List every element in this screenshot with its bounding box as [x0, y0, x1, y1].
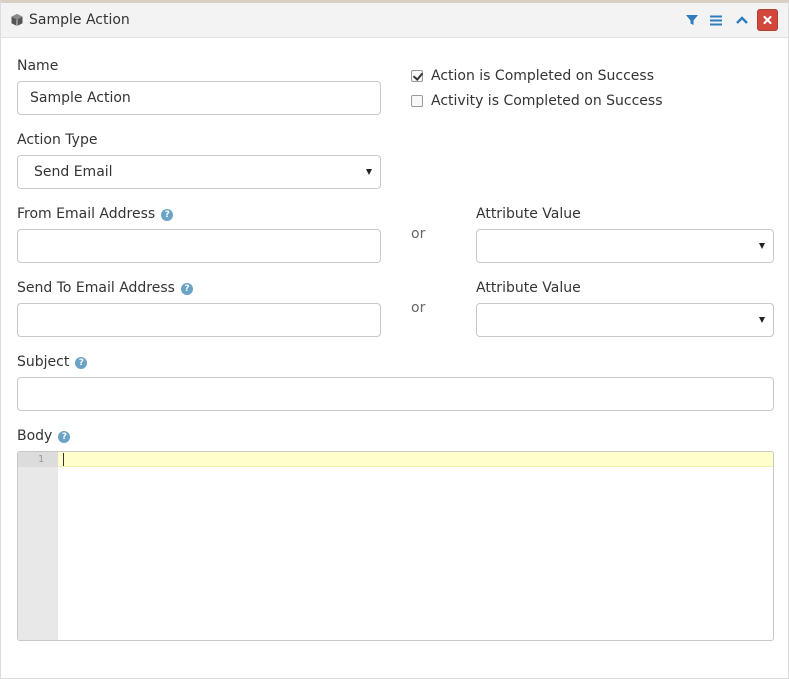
- line-number: 1: [18, 452, 58, 467]
- action-type-value: Send Email: [34, 164, 113, 180]
- help-icon[interactable]: ?: [161, 209, 174, 221]
- chevron-up-icon[interactable]: [732, 10, 752, 30]
- from-attribute-label: Attribute Value: [476, 206, 581, 222]
- action-panel: Sample Action Name Sample Action Action …: [0, 0, 789, 679]
- send-to-email-label-text: Send To Email Address: [17, 280, 175, 296]
- help-icon[interactable]: ?: [180, 283, 193, 295]
- filter-icon[interactable]: [682, 10, 702, 30]
- activity-completed-checkbox[interactable]: [411, 95, 423, 107]
- help-icon[interactable]: ?: [75, 357, 88, 369]
- name-input[interactable]: Sample Action: [17, 81, 381, 115]
- action-type-label: Action Type: [17, 132, 98, 148]
- caret-down-icon: [759, 317, 765, 323]
- editor-gutter: 1: [18, 452, 58, 640]
- from-email-input[interactable]: [17, 229, 381, 263]
- from-email-label: From Email Address?: [17, 205, 174, 223]
- name-input-value: Sample Action: [30, 90, 131, 106]
- text-cursor: [63, 453, 64, 466]
- body-code-editor[interactable]: 1: [17, 451, 774, 641]
- subject-label-text: Subject: [17, 354, 70, 370]
- action-completed-checkbox-row[interactable]: Action is Completed on Success: [411, 67, 711, 87]
- activity-completed-label: Activity is Completed on Success: [431, 93, 663, 109]
- or-text: or: [411, 226, 426, 242]
- subject-label: Subject?: [17, 353, 88, 371]
- action-completed-label: Action is Completed on Success: [431, 68, 654, 84]
- from-email-label-text: From Email Address: [17, 206, 156, 222]
- to-attribute-select[interactable]: [476, 303, 774, 337]
- close-button[interactable]: [757, 9, 778, 31]
- active-line[interactable]: [58, 452, 773, 467]
- panel-title: Sample Action: [29, 12, 130, 28]
- name-label: Name: [17, 58, 59, 74]
- menu-icon[interactable]: [706, 10, 726, 30]
- caret-down-icon: [366, 169, 372, 175]
- subject-input[interactable]: [17, 377, 774, 411]
- caret-down-icon: [759, 243, 765, 249]
- body-label-text: Body: [17, 428, 53, 444]
- action-type-select[interactable]: Send Email: [17, 155, 381, 189]
- send-to-email-input[interactable]: [17, 303, 381, 337]
- send-to-email-label: Send To Email Address?: [17, 279, 193, 297]
- to-attribute-label: Attribute Value: [476, 280, 581, 296]
- activity-completed-checkbox-row[interactable]: Activity is Completed on Success: [411, 92, 711, 112]
- from-attribute-select[interactable]: [476, 229, 774, 263]
- panel-header: Sample Action: [1, 3, 788, 38]
- action-completed-checkbox[interactable]: [411, 70, 423, 82]
- cube-icon: [10, 12, 24, 26]
- body-label: Body?: [17, 427, 71, 445]
- or-text: or: [411, 300, 426, 316]
- close-icon: [763, 15, 772, 25]
- help-icon[interactable]: ?: [58, 431, 71, 443]
